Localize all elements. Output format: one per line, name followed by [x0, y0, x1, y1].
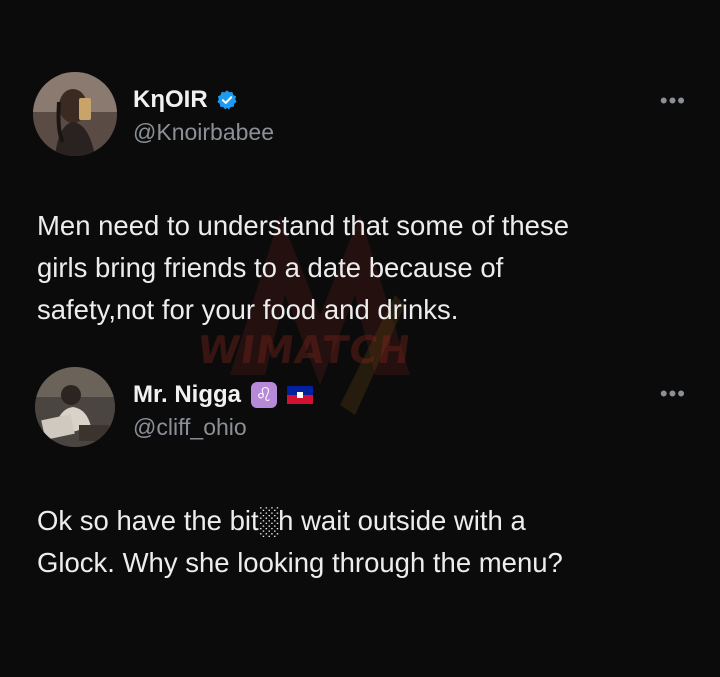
author-handle[interactable]: @cliff_ohio	[133, 414, 247, 441]
tweet-original[interactable]: KηOIR @Knoirbabee ••• Men need to unders…	[0, 72, 720, 325]
author-name-line: Mr. Nigga ♌	[133, 381, 314, 409]
author-handle[interactable]: @Knoirbabee	[133, 119, 274, 146]
tweet-header: KηOIR @Knoirbabee •••	[0, 72, 720, 162]
avatar[interactable]	[35, 367, 115, 447]
more-options-icon[interactable]: •••	[660, 90, 686, 112]
author-display-name[interactable]: KηOIR	[133, 86, 208, 114]
verified-badge-icon	[217, 90, 237, 110]
more-options-icon[interactable]: •••	[660, 383, 686, 405]
author-name-line: KηOIR	[133, 86, 238, 114]
author-display-name[interactable]: Mr. Nigga	[133, 381, 241, 409]
leo-zodiac-icon: ♌	[251, 382, 278, 408]
tweet-text: Men need to understand that some of thes…	[37, 210, 570, 325]
tweet-text: Ok so have the bit░h wait outside with a…	[37, 505, 563, 578]
haiti-flag-icon	[287, 386, 314, 404]
tweet-header: Mr. Nigga ♌ @cliff_ohio •••	[0, 365, 720, 455]
avatar[interactable]	[33, 72, 117, 156]
tweet-screenshot: WIMATCH KηOIR @Knoirbabee ••• Men need t…	[0, 0, 720, 677]
tweet-reply[interactable]: Mr. Nigga ♌ @cliff_ohio ••• Ok so have t…	[0, 365, 720, 578]
